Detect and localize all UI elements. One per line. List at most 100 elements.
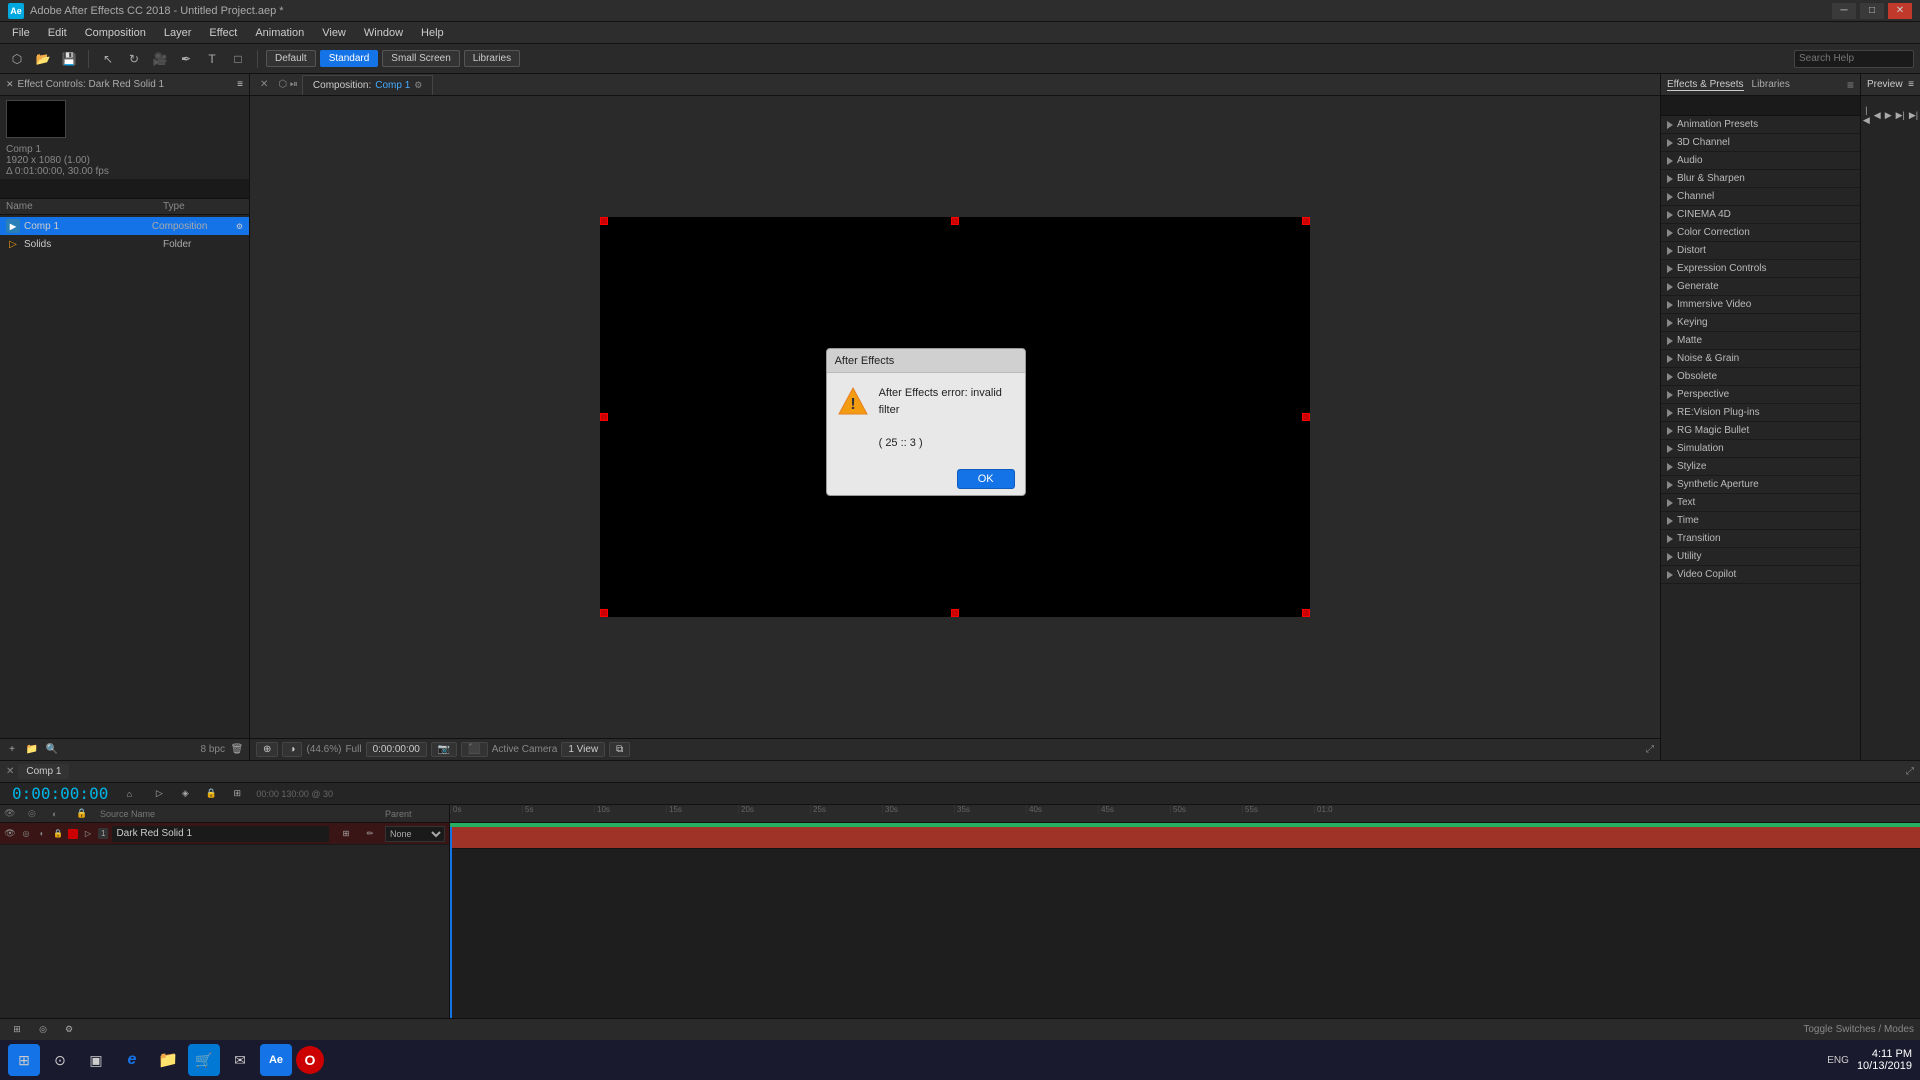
dialog-body: ! After Effects error: invalid filter ( … [827, 373, 1025, 463]
taskbar-explorer-icon[interactable]: 📁 [152, 1044, 184, 1076]
error-dialog: After Effects ! After Effects error: inv… [826, 348, 1026, 496]
help-search-input[interactable] [1794, 50, 1914, 68]
time-marker-2: 10s [594, 805, 610, 814]
toolbar: ⬡ 📂 💾 ↖ ↻ 🎥 ✒ T □ Default Standard Small… [0, 44, 1920, 74]
rotation-tool[interactable]: ↻ [123, 48, 145, 70]
layer-audio-toggle[interactable]: ◎ [20, 828, 32, 840]
workspace-small-screen[interactable]: Small Screen [382, 50, 459, 67]
menu-file[interactable]: File [4, 25, 38, 41]
toolbar-sep-2 [257, 50, 258, 68]
warning-icon: ! [837, 385, 869, 417]
layer-color-swatch [68, 829, 78, 839]
layer-parent-select[interactable]: None [385, 826, 445, 842]
timeline-bottom-icon-3[interactable]: ⚙ [58, 1019, 80, 1041]
timeline-comp-tab[interactable]: Comp 1 [18, 764, 69, 779]
dialog-footer: OK [827, 463, 1025, 495]
taskbar-edge-icon[interactable]: e [116, 1044, 148, 1076]
taskbar-right-area: ENG 4:11 PM 10/13/2019 [1827, 1048, 1912, 1072]
track-layer-1[interactable] [450, 827, 1920, 849]
layer-switches: ⊞ ✏ [335, 823, 381, 845]
taskbar-start-button[interactable]: ⊞ [8, 1044, 40, 1076]
time-marker-3: 15s [666, 805, 682, 814]
pen-tool[interactable]: ✒ [175, 48, 197, 70]
timeline-tracks [450, 827, 1920, 1018]
timeline-current-time[interactable]: 0:00:00:00 [6, 784, 114, 803]
col-lock: 🔒 [76, 808, 96, 819]
maximize-button[interactable]: □ [1860, 3, 1884, 19]
layer-row-1: 👁 ◎ ◐ 🔒 ▷ 1 Dark Red Solid 1 ⊞ ✏ None [0, 823, 449, 845]
col-visible: 👁 [4, 808, 24, 819]
layer-solo-toggle[interactable]: ◐ [36, 828, 48, 840]
layer-column-headers: 👁 ◎ ◐ 🔒 Source Name Parent [0, 805, 449, 823]
clock-date: 10/13/2019 [1857, 1060, 1912, 1072]
time-marker-9: 45s [1098, 805, 1114, 814]
timeline-home-button[interactable]: ⌂ [118, 783, 140, 805]
save-button[interactable]: 💾 [58, 48, 80, 70]
taskbar-search-button[interactable]: ⊙ [44, 1044, 76, 1076]
col-audio: ◎ [28, 808, 48, 819]
timeline-ruler-track: 0s5s10s15s20s25s30s35s40s45s50s55s01:0 [450, 805, 1920, 823]
layer-switch-2[interactable]: ✏ [359, 823, 381, 845]
selection-tool[interactable]: ↖ [97, 48, 119, 70]
timeline-ruler-area: 0s5s10s15s20s25s30s35s40s45s50s55s01:0 [450, 805, 1920, 1018]
close-button[interactable]: ✕ [1888, 3, 1912, 19]
menu-animation[interactable]: Animation [247, 25, 312, 41]
taskbar-mail-icon[interactable]: ✉ [224, 1044, 256, 1076]
timeline-bottom-icon-1[interactable]: ⊞ [6, 1019, 28, 1041]
timeline-expand-icon[interactable]: ⤢ [1906, 766, 1914, 777]
camera-tool[interactable]: 🎥 [149, 48, 171, 70]
toolbar-sep-1 [88, 50, 89, 68]
timeline-snap-button[interactable]: ⊞ [226, 783, 248, 805]
dialog-overlay: After Effects ! After Effects error: inv… [0, 74, 1920, 760]
time-marker-0: 0s [450, 805, 461, 814]
dialog-ok-button[interactable]: OK [957, 469, 1015, 489]
menu-window[interactable]: Window [356, 25, 411, 41]
layer-switch-1[interactable]: ⊞ [335, 823, 357, 845]
menu-edit[interactable]: Edit [40, 25, 75, 41]
time-marker-6: 30s [882, 805, 898, 814]
layer-expand-button[interactable]: ▷ [82, 828, 94, 840]
error-message-line2: ( 25 :: 3 ) [879, 435, 1015, 452]
col-parent: Parent [385, 809, 445, 819]
playhead[interactable] [450, 827, 452, 1018]
timeline-duration-info: 00:00 130:00 @ 30 [256, 789, 333, 799]
taskbar-ae-icon[interactable]: Ae [260, 1044, 292, 1076]
dialog-message-text: After Effects error: invalid filter ( 25… [879, 385, 1015, 451]
time-marker-7: 35s [954, 805, 970, 814]
layer-lock-toggle[interactable]: 🔒 [52, 828, 64, 840]
taskbar-store-icon[interactable]: 🛒 [188, 1044, 220, 1076]
menu-composition[interactable]: Composition [77, 25, 154, 41]
timeline-lock-button[interactable]: 🔒 [200, 783, 222, 805]
layer-name[interactable]: Dark Red Solid 1 [112, 826, 329, 842]
preview-play-timeline[interactable]: ▷ [148, 783, 170, 805]
error-message-line1: After Effects error: invalid filter [879, 385, 1015, 418]
taskbar-opera-icon[interactable]: O [296, 1046, 324, 1074]
menu-effect[interactable]: Effect [201, 25, 245, 41]
workspace-standard[interactable]: Standard [320, 50, 379, 67]
layer-visibility-toggle[interactable]: 👁 [4, 828, 16, 840]
menu-view[interactable]: View [314, 25, 354, 41]
minimize-button[interactable]: ─ [1832, 3, 1856, 19]
workspace-default[interactable]: Default [266, 50, 316, 67]
timeline-close-icon[interactable]: ✕ [6, 766, 14, 777]
timeline-header: ✕ Comp 1 ⤢ [0, 761, 1920, 783]
dialog-title-text: After Effects [835, 355, 895, 367]
workspace-libraries[interactable]: Libraries [464, 50, 520, 67]
timeline-content: 👁 ◎ ◐ 🔒 Source Name Parent 👁 ◎ ◐ 🔒 ▷ 1 D… [0, 805, 1920, 1018]
toggle-switches-label: Toggle Switches / Modes [1803, 1024, 1914, 1035]
taskbar-taskview-button[interactable]: ▣ [80, 1044, 112, 1076]
menu-help[interactable]: Help [413, 25, 452, 41]
new-comp-button[interactable]: ⬡ [6, 48, 28, 70]
timeline-bottom-icon-2[interactable]: ◎ [32, 1019, 54, 1041]
open-button[interactable]: 📂 [32, 48, 54, 70]
shape-tool[interactable]: □ [227, 48, 249, 70]
menu-layer[interactable]: Layer [156, 25, 200, 41]
time-marker-1: 5s [522, 805, 533, 814]
layer-panel: 👁 ◎ ◐ 🔒 Source Name Parent 👁 ◎ ◐ 🔒 ▷ 1 D… [0, 805, 450, 1018]
timeline-comp-name: Comp 1 [26, 766, 61, 777]
timeline-solo-button[interactable]: ◈ [174, 783, 196, 805]
bottom-status-bar: ⊞ ◎ ⚙ Toggle Switches / Modes [0, 1018, 1920, 1040]
time-marker-4: 20s [738, 805, 754, 814]
text-tool[interactable]: T [201, 48, 223, 70]
time-marker-10: 50s [1170, 805, 1186, 814]
